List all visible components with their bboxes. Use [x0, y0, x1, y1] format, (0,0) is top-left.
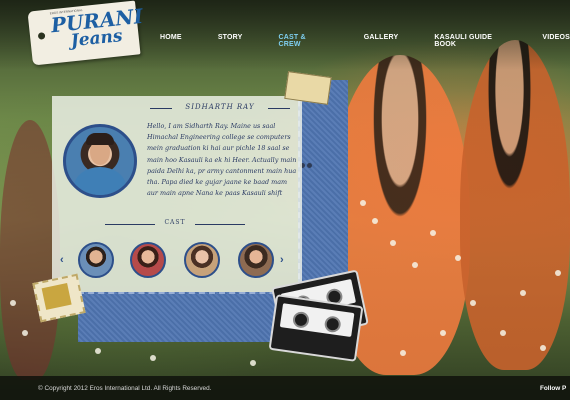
nav-cast-crew[interactable]: CAST & CREW [279, 34, 328, 48]
cast-divider-right [195, 224, 245, 225]
cast-member-1-thumbnail[interactable] [78, 242, 114, 278]
nav-kasauli-guide-book[interactable]: KASAULI GUIDE BOOK [434, 34, 512, 48]
character-portrait [63, 124, 137, 198]
nav-gallery[interactable]: GALLERY [364, 34, 399, 48]
chevron-left-icon[interactable]: ‹ [60, 254, 64, 266]
main-nav: HOME STORY CAST & CREW GALLERY KASAULI G… [160, 34, 570, 48]
cast-member-4-thumbnail[interactable] [238, 242, 274, 278]
nav-videos[interactable]: VIDEOS [542, 34, 570, 48]
button-studs [300, 155, 316, 168]
cast-divider-left [105, 224, 155, 225]
cast-member-2-thumbnail[interactable] [130, 242, 166, 278]
cast-carousel: ‹ › [58, 240, 296, 282]
character-name: SIDHARTH RAY [185, 103, 255, 111]
chevron-right-icon[interactable]: › [280, 254, 284, 266]
title-divider-left [150, 108, 172, 109]
logo[interactable]: EROS INTERNATIONAL PURANI Jeans [27, 0, 144, 66]
cast-label: CAST [164, 219, 186, 226]
cast-member-3-thumbnail[interactable] [184, 242, 220, 278]
nav-story[interactable]: STORY [218, 34, 243, 48]
ticket-sticker [284, 71, 332, 105]
follow-link[interactable]: Follow P [540, 385, 566, 392]
cassette-tape-front [268, 294, 364, 362]
character-bio: Hello, I am Sidharth Ray. Maine us saal … [147, 122, 297, 198]
logo-subtitle: Jeans [69, 26, 124, 52]
footer: © Copyright 2012 Eros International Ltd.… [0, 376, 570, 400]
tag-hole [37, 32, 46, 40]
title-divider-right [268, 108, 290, 109]
nav-home[interactable]: HOME [160, 34, 182, 48]
copyright-text: © Copyright 2012 Eros International Ltd.… [38, 385, 212, 392]
